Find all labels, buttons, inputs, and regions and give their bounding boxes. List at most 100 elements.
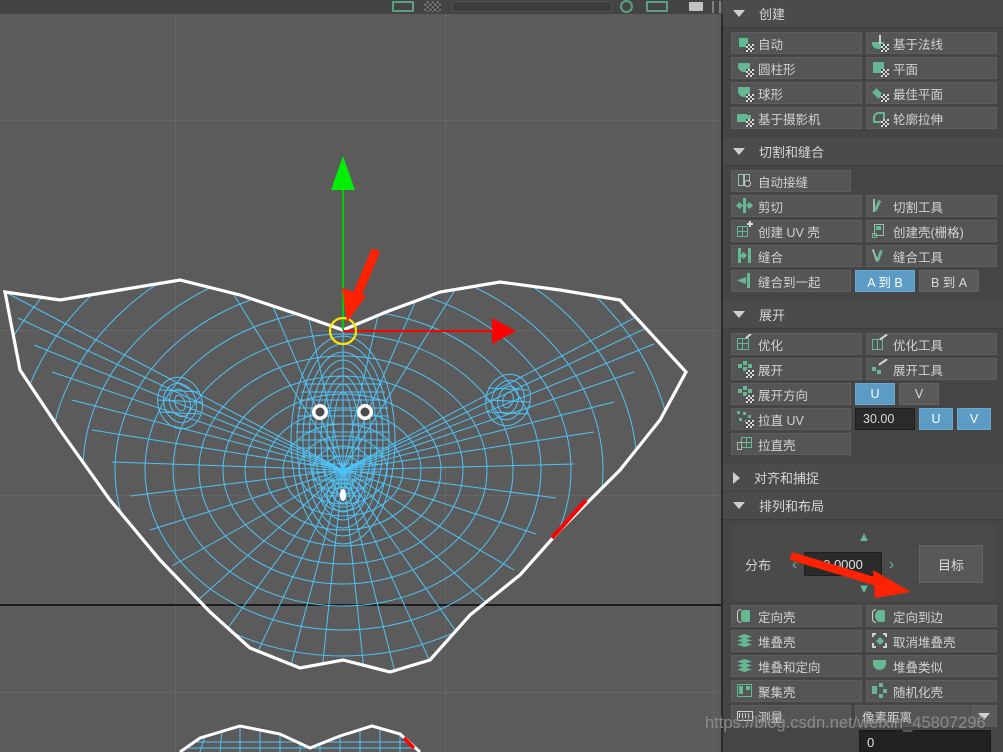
button-randomize-shells[interactable]: 随机化壳 (866, 680, 997, 702)
distribute-value[interactable]: 0.0000 (804, 552, 882, 576)
button-cut-tool[interactable]: 切割工具 (866, 195, 997, 217)
toggle-a-to-b[interactable]: A 到 B (855, 270, 915, 292)
section-header-align-and-snap[interactable]: 对齐和捕捉 (723, 464, 1003, 492)
viewport-toolbar[interactable] (0, 0, 723, 14)
planar-icon (872, 60, 889, 77)
button-row: 基于摄影机 轮廓拉伸 (731, 107, 997, 129)
eye-left (312, 404, 328, 420)
chevron-down-icon (733, 10, 745, 17)
button-camera-based[interactable]: 基于摄影机 (731, 107, 862, 129)
section-header-cut-and-sew[interactable]: 切割和缝合 (723, 138, 1003, 166)
unstack-shells-icon (872, 633, 888, 649)
white-rect-icon[interactable] (689, 2, 703, 11)
eye-right (357, 404, 373, 420)
green-rect-icon[interactable] (392, 1, 414, 12)
button-auto[interactable]: 自动 (731, 32, 862, 54)
grid-line-h (0, 120, 723, 121)
uv-toolkit-panel[interactable]: 创建 自动 基于法线 圆柱形 平面 球形 最佳平面 基于摄影机 轮廓拉伸 切割和… (723, 0, 1003, 752)
button-optimize[interactable]: 优化 (731, 333, 862, 355)
button-best-plane[interactable]: 最佳平面 (866, 82, 997, 104)
grid-line-v (445, 14, 446, 752)
button-sew[interactable]: 缝合 (731, 245, 862, 267)
uv-shell-border-2 (179, 724, 422, 752)
button-label: 堆叠和定向 (758, 660, 821, 675)
button-row: 展开 展开工具 (731, 358, 997, 380)
toggle-unfold-u[interactable]: U (855, 383, 895, 405)
straighten-uv-value[interactable]: 30.00 (855, 408, 915, 430)
section-header-create[interactable]: 创建 (723, 0, 1003, 28)
toggle-unfold-v[interactable]: V (899, 383, 939, 405)
measure-value: 0 (859, 730, 991, 752)
button-label: 缝合工具 (893, 250, 944, 265)
toggle-straighten-v[interactable]: V (957, 408, 991, 430)
unfold-direction-row: 展开方向 U V (731, 383, 997, 405)
bar-icon[interactable] (712, 1, 714, 13)
button-optimize-tool[interactable]: 优化工具 (866, 333, 997, 355)
button-create-uv-shell[interactable]: 创建 UV 壳 (731, 220, 862, 242)
toggle-straighten-u[interactable]: U (919, 408, 953, 430)
button-label: 创建 UV 壳 (758, 225, 820, 240)
circle-icon[interactable] (620, 0, 633, 13)
button-auto-seam[interactable]: 自动接缝 (731, 170, 851, 192)
button-gather-shells[interactable]: 聚集壳 (731, 680, 862, 702)
button-sew-tool[interactable]: 缝合工具 (866, 245, 997, 267)
distribute-prev-button[interactable]: ‹ (785, 557, 804, 572)
button-label: 自动 (758, 37, 784, 52)
auto-seam-icon (737, 173, 753, 189)
button-normal-based[interactable]: 基于法线 (866, 32, 997, 54)
bar-icon-2[interactable] (719, 1, 721, 13)
optimize-tool-icon (872, 334, 888, 352)
button-row: 球形 最佳平面 (731, 82, 997, 104)
button-stack-shells[interactable]: 堆叠壳 (731, 630, 862, 652)
camera-based-icon (737, 110, 754, 127)
button-create-shell-grid[interactable]: 创建壳(栅格) (866, 220, 997, 242)
button-stack-and-orient[interactable]: 堆叠和定向 (731, 655, 862, 677)
section-title-align-and-snap: 对齐和捕捉 (754, 471, 820, 486)
chevron-up-icon[interactable]: ▲ (731, 530, 997, 545)
watermark-text: https://blog.csdn.net/weixin_45807296 (705, 714, 986, 732)
distribute-next-button[interactable]: › (882, 557, 901, 572)
chevron-down-icon[interactable]: ▼ (731, 582, 997, 597)
button-label: 拉直 UV (758, 413, 804, 428)
chevron-down-icon (733, 311, 745, 318)
button-orient-to-edge[interactable]: 定向到边 (866, 605, 997, 627)
grid-line-h (0, 330, 723, 331)
stack-similar-icon (872, 658, 888, 674)
button-label: 自动接缝 (758, 175, 809, 190)
text-field[interactable] (452, 1, 612, 12)
button-cut[interactable]: 剪切 (731, 195, 862, 217)
button-orient-shell[interactable]: 定向壳 (731, 605, 862, 627)
stack-and-orient-icon (737, 658, 753, 674)
button-unfold-tool[interactable]: 展开工具 (866, 358, 997, 380)
button-row: 圆柱形 平面 (731, 57, 997, 79)
section-header-arrange-and-layout[interactable]: 排列和布局 (723, 492, 1003, 520)
button-straighten-uv[interactable]: 拉直 UV (731, 408, 851, 430)
annotation-arrow-manipulator (342, 248, 381, 322)
button-label: 展开方向 (758, 388, 809, 403)
button-label: 缝合 (758, 250, 784, 265)
randomize-shells-icon (872, 683, 888, 699)
button-unfold[interactable]: 展开 (731, 358, 862, 380)
button-label: 创建壳(栅格) (893, 225, 964, 240)
button-contour-stretch[interactable]: 轮廓拉伸 (866, 107, 997, 129)
toggle-b-to-a[interactable]: B 到 A (919, 270, 979, 292)
button-planar[interactable]: 平面 (866, 57, 997, 79)
button-sew-together[interactable]: 缝合到一起 (731, 270, 851, 292)
button-unfold-direction[interactable]: 展开方向 (731, 383, 851, 405)
button-stack-similar[interactable]: 堆叠类似 (866, 655, 997, 677)
button-label: 切割工具 (893, 200, 944, 215)
button-spherical[interactable]: 球形 (731, 82, 862, 104)
uv-editor-viewport[interactable] (0, 0, 723, 752)
checker-icon[interactable] (424, 1, 441, 12)
button-cylindrical[interactable]: 圆柱形 (731, 57, 862, 79)
section-header-unfold[interactable]: 展开 (723, 301, 1003, 329)
button-straighten-shell[interactable]: 拉直壳 (731, 433, 851, 455)
green-rect-icon-2[interactable] (646, 1, 668, 12)
target-button[interactable]: 目标 (919, 545, 983, 583)
button-label: 定向到边 (893, 610, 944, 625)
chevron-down-icon (733, 148, 745, 155)
button-unstack-shells[interactable]: 取消堆叠壳 (866, 630, 997, 652)
section-title-arrange-and-layout: 排列和布局 (759, 499, 825, 514)
unfold-icon (737, 361, 754, 378)
cut-tool-icon (872, 198, 888, 214)
